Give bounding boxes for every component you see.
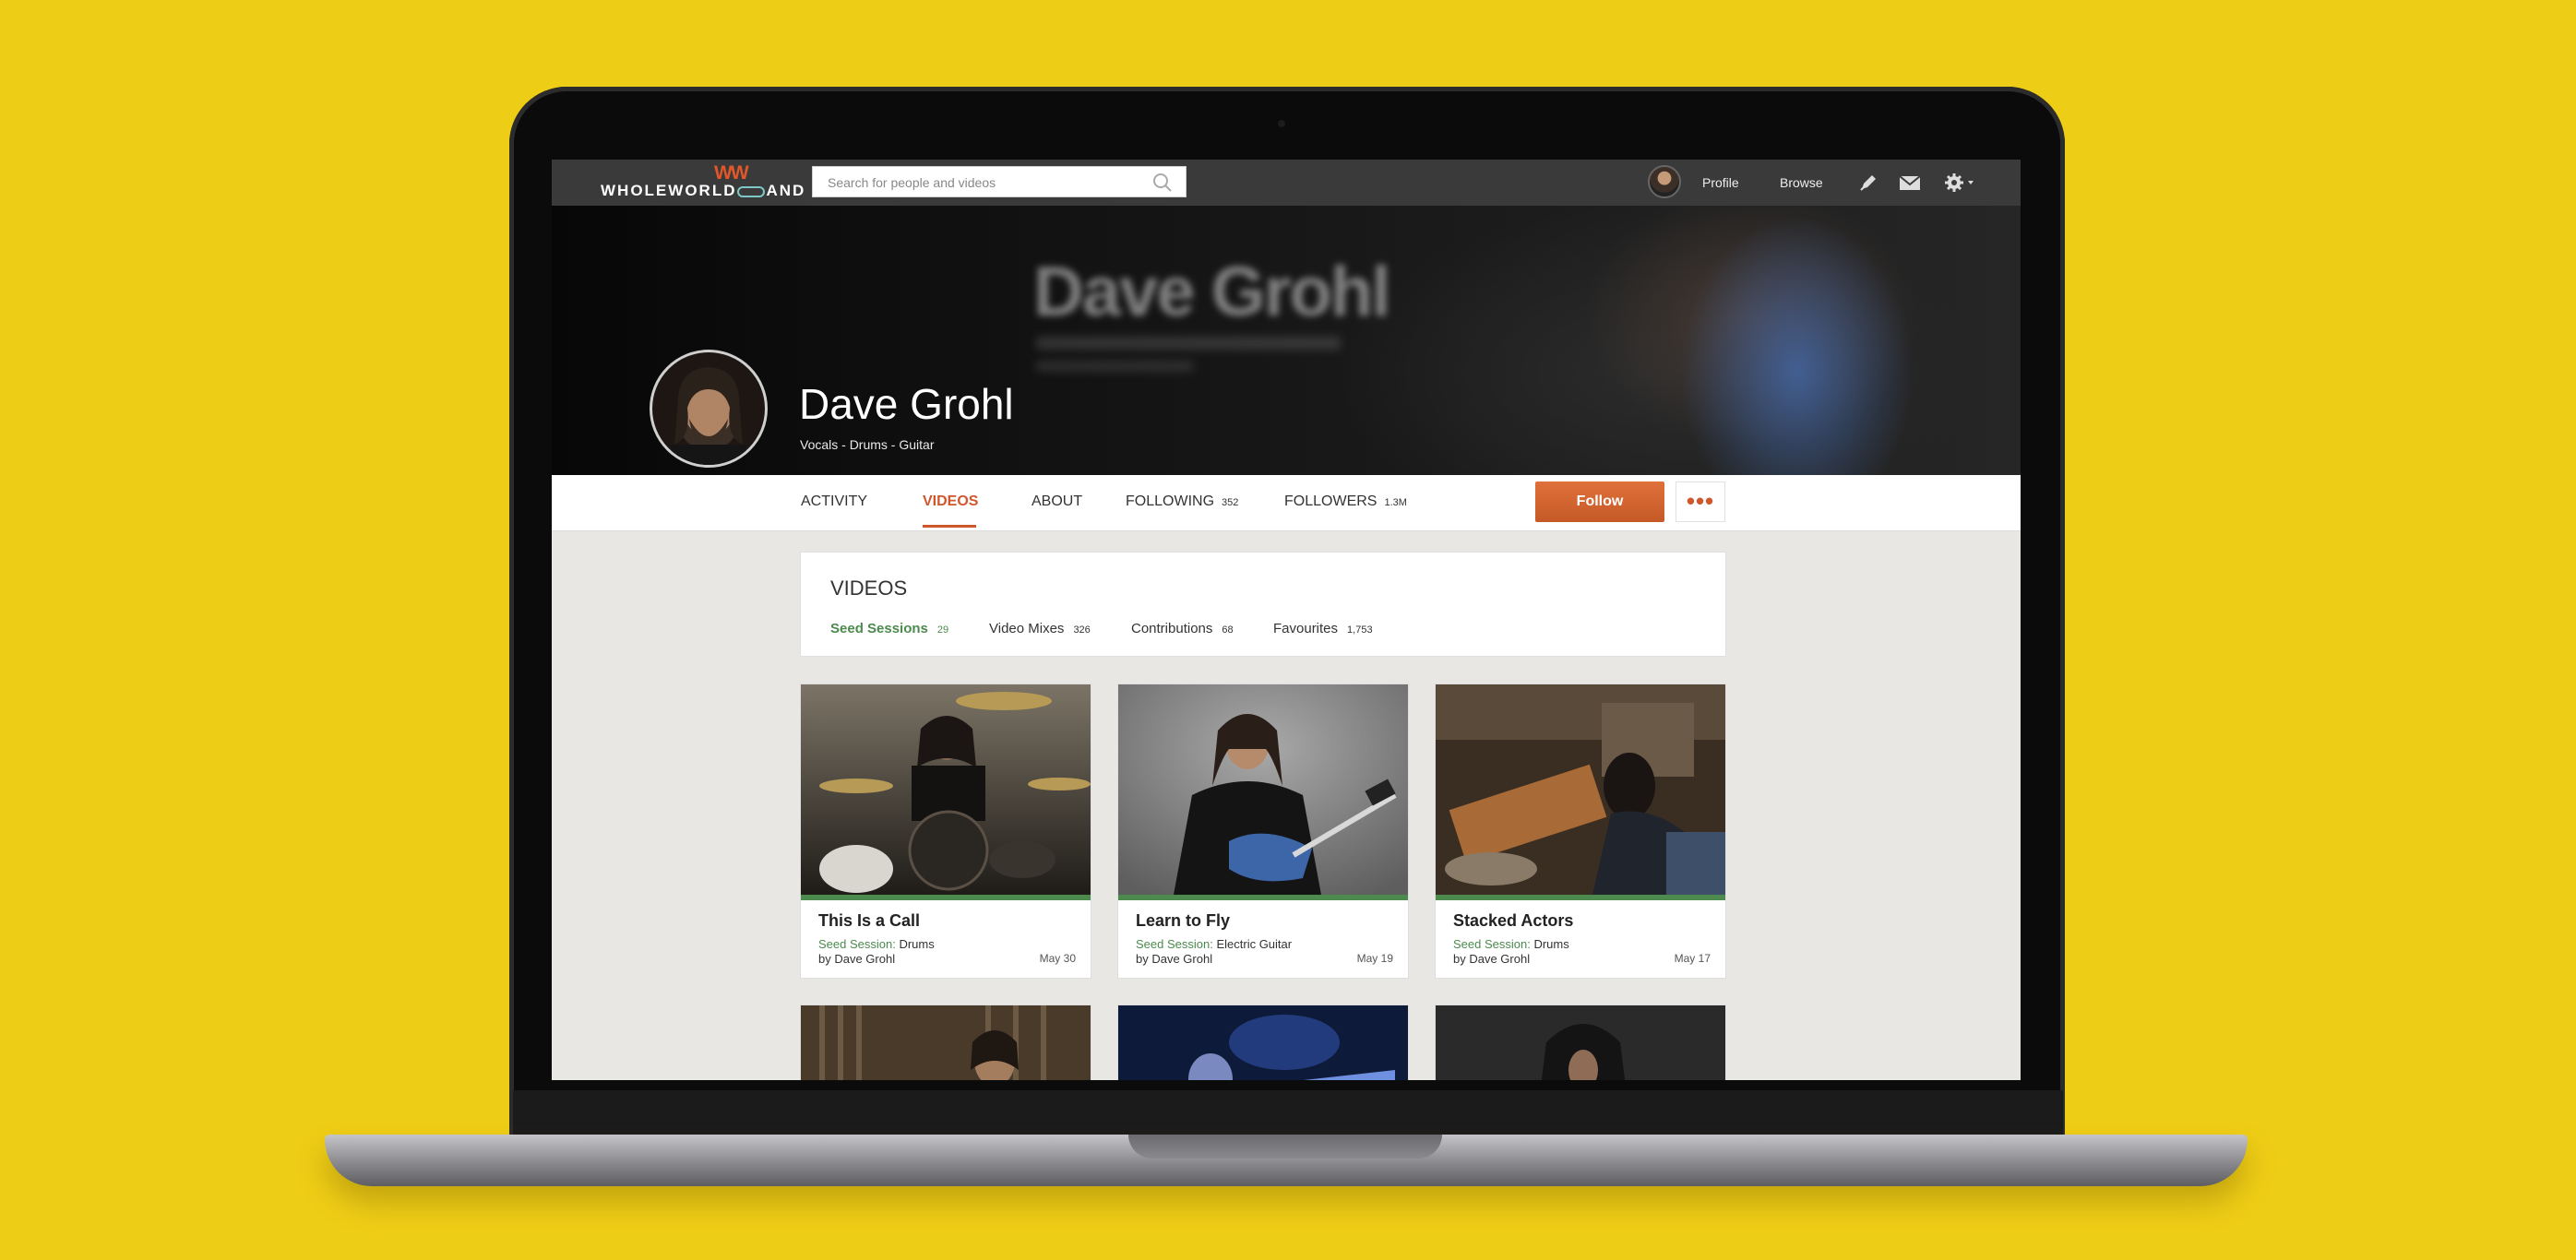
laptop-hinge [513,1090,2063,1138]
video-session: Seed Session: Drums [1453,937,1569,951]
video-author[interactable]: by Dave Grohl [1453,952,1530,966]
video-session: Seed Session: Drums [818,937,935,951]
tab-label: VIDEOS [923,493,979,509]
profile-name: Dave Grohl [799,380,1014,428]
progress-bar [1118,895,1408,900]
more-options-button[interactable]: ••• [1676,481,1725,522]
video-card[interactable] [1435,1004,1726,1080]
profile-tabs: ACTIVITY VIDEOS ABOUT FOLLOWING 352 FOLLO… [552,475,2021,531]
search-icon[interactable] [1152,172,1173,193]
logo-text-right: AND [766,182,806,199]
laptop-notch [1128,1135,1442,1159]
tab-count: 352 [1222,497,1239,508]
video-title[interactable]: Stacked Actors [1453,911,1573,931]
video-card[interactable] [800,1004,1091,1080]
logo[interactable]: WHOLEWORLD AND [601,182,805,200]
subtab-count: 1,753 [1347,624,1373,636]
avatar-portrait [671,367,746,465]
video-thumbnail [1436,684,1725,895]
video-date: May 30 [1039,952,1076,965]
banner-blur-line [1036,337,1341,350]
session-instrument: Electric Guitar [1216,937,1293,951]
video-thumbnail [801,684,1091,895]
tab-label: ACTIVITY [801,493,868,509]
tab-videos[interactable]: VIDEOS [923,493,978,510]
subtab-label: Seed Sessions [830,621,928,636]
mail-icon[interactable] [1897,170,1923,196]
progress-bar [801,895,1091,900]
videos-panel: VIDEOS Seed Sessions 29 Video Mixes 326 Co… [800,552,1726,657]
gear-icon[interactable] [1943,170,1980,196]
video-thumbnail [801,1005,1091,1080]
tab-label: FOLLOWERS [1284,493,1377,509]
video-title[interactable]: This Is a Call [818,911,920,931]
section-title: VIDEOS [830,577,908,600]
banner-blur-line [1036,361,1193,372]
top-nav: WHOLEWORLD AND WW Search for people and v… [552,160,2021,206]
subtab-count: 68 [1222,624,1234,636]
video-thumbnail [1118,684,1408,895]
video-author[interactable]: by Dave Grohl [1136,952,1212,966]
video-thumbnail [1118,1005,1408,1080]
session-instrument: Drums [899,937,935,951]
video-date: May 17 [1674,952,1711,965]
banner-blurred-title: Dave Grohl [1033,253,1390,331]
video-thumbnail [1436,1005,1725,1080]
video-date: May 19 [1356,952,1393,965]
video-card[interactable] [1117,1004,1409,1080]
subtab-favourites[interactable]: Favourites 1,753 [1273,621,1373,636]
pen-icon[interactable] [1855,170,1881,196]
subtab-count: 326 [1073,624,1091,636]
tab-about[interactable]: ABOUT [1032,493,1082,510]
tab-activity[interactable]: ACTIVITY [801,493,867,510]
progress-bar [1436,895,1725,900]
follow-button[interactable]: Follow [1535,481,1664,522]
tab-label: FOLLOWING [1126,493,1215,509]
profile-subtitle: Vocals - Drums - Guitar [800,437,935,452]
logo-glasses-icon [737,185,766,197]
session-instrument: Drums [1533,937,1569,951]
session-label: Seed Session: [1136,937,1213,951]
video-card[interactable]: This Is a Call Seed Session: Drums by Da… [800,683,1091,979]
subtab-video-mixes[interactable]: Video Mixes 326 [989,621,1091,636]
video-card[interactable]: Stacked Actors Seed Session: Drums by Da… [1435,683,1726,979]
active-tab-indicator [923,525,976,528]
subtab-label: Favourites [1273,621,1339,636]
subtab-label: Video Mixes [989,621,1065,636]
profile-banner: Dave Grohl [552,206,2021,475]
profile-avatar[interactable] [650,350,768,468]
tab-following[interactable]: FOLLOWING 352 [1126,493,1238,510]
app-screen: WHOLEWORLD AND WW Search for people and v… [552,160,2021,1080]
session-label: Seed Session: [1453,937,1531,951]
subtab-label: Contributions [1131,621,1213,636]
logo-mark: WW [714,162,749,184]
tab-label: ABOUT [1032,493,1083,509]
nav-browse-link[interactable]: Browse [1780,175,1823,190]
nav-profile-link[interactable]: Profile [1702,175,1739,190]
session-label: Seed Session: [818,937,896,951]
tab-count: 1.3M [1384,497,1407,508]
subtab-contributions[interactable]: Contributions 68 [1131,621,1234,636]
subtab-count: 29 [936,624,949,636]
video-card[interactable]: Learn to Fly Seed Session: Electric Guit… [1117,683,1409,979]
camera-dot [1278,120,1285,127]
tab-followers[interactable]: FOLLOWERS 1.3M [1284,493,1407,510]
video-session: Seed Session: Electric Guitar [1136,937,1292,951]
video-title[interactable]: Learn to Fly [1136,911,1230,931]
avatar[interactable] [1648,165,1681,198]
search-input[interactable]: Search for people and videos [812,166,1187,197]
subtab-seed-sessions[interactable]: Seed Sessions 29 [830,621,948,636]
video-author[interactable]: by Dave Grohl [818,952,895,966]
